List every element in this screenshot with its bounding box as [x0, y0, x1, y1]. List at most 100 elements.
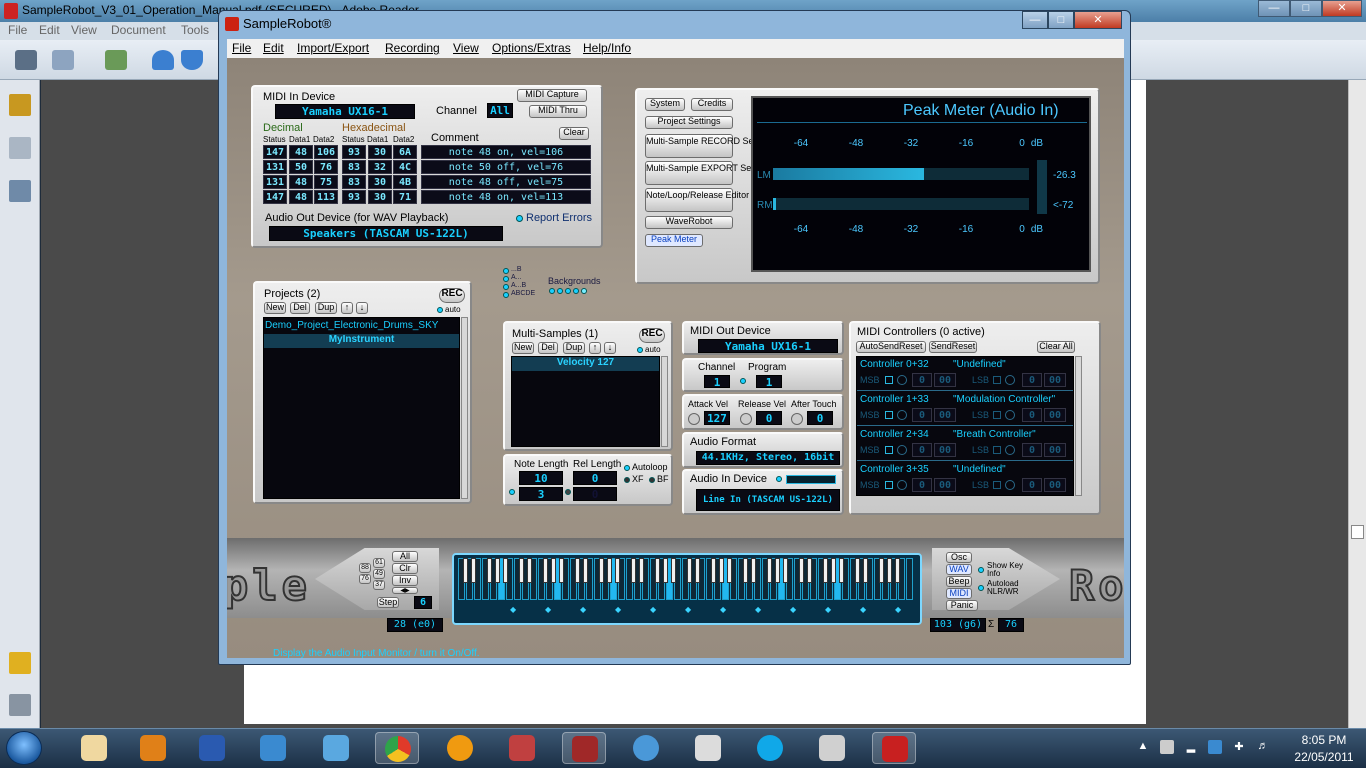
program-led[interactable] [740, 378, 746, 384]
note-length-value[interactable]: 10 [519, 471, 563, 485]
lsb-knob-icon[interactable] [1005, 410, 1015, 420]
msb-value[interactable]: 0 [912, 478, 932, 492]
midi-thru-button[interactable]: MIDI Thru [529, 105, 587, 118]
tray-expand-icon[interactable]: ▲ [1136, 740, 1150, 754]
black-key[interactable] [895, 558, 900, 583]
taskbar-app-x-icon[interactable] [314, 732, 358, 764]
ms-record-settings-button[interactable]: Multi-Sample RECORD Settings [645, 134, 775, 158]
bg-led-1[interactable] [503, 268, 509, 274]
after-touch-value[interactable]: 0 [807, 411, 833, 425]
lsb-value[interactable]: 0 [1022, 373, 1042, 387]
ms-move-up-icon[interactable]: ↑ [589, 342, 601, 354]
black-key[interactable] [551, 558, 556, 583]
ms-rec-button[interactable]: REC [639, 328, 665, 343]
black-key[interactable] [639, 558, 644, 583]
taskbar-app-samplerobot-icon[interactable] [562, 732, 606, 764]
bg-option-3[interactable] [565, 288, 571, 294]
black-key[interactable] [543, 558, 548, 583]
black-key[interactable] [599, 558, 604, 583]
page-up-icon[interactable] [152, 50, 174, 70]
black-key[interactable] [607, 558, 612, 583]
audio-out-device[interactable]: Speakers (TASCAM US-122L) [269, 226, 503, 241]
rel-length-value[interactable]: 0 [573, 471, 617, 485]
lsb-knob-icon[interactable] [1005, 445, 1015, 455]
maximize-icon[interactable]: □ [1048, 11, 1074, 29]
msb-hex[interactable]: 00 [934, 373, 956, 387]
msb-checkbox[interactable] [885, 411, 893, 419]
menu-options-extras[interactable]: Options/Extras [492, 41, 571, 55]
tray-keyboard-icon[interactable] [1160, 740, 1174, 754]
black-key[interactable] [743, 558, 748, 583]
msb-value[interactable]: 0 [912, 443, 932, 457]
controller-list-scrollbar[interactable] [1075, 356, 1082, 496]
attack-knob-icon[interactable] [688, 413, 700, 425]
start-button[interactable] [6, 731, 42, 765]
project-auto-led[interactable] [437, 307, 443, 313]
ms-new-button[interactable]: New [512, 342, 534, 354]
msb-checkbox[interactable] [885, 481, 893, 489]
black-key[interactable] [583, 558, 588, 583]
clear-button[interactable]: Clear [559, 127, 589, 140]
release-vel-value[interactable]: 0 [756, 411, 782, 425]
lsb-checkbox[interactable] [993, 446, 1001, 454]
step-value[interactable]: 6 [414, 596, 432, 609]
clock-date[interactable]: 22/05/2011 [1282, 750, 1366, 764]
black-key[interactable] [751, 558, 756, 583]
taskbar-app-skype-icon[interactable] [748, 732, 792, 764]
auto-send-reset-button[interactable]: AutoSendReset [856, 341, 926, 353]
msb-knob-icon[interactable] [897, 445, 907, 455]
size-76-button[interactable]: 76 [359, 574, 371, 584]
project-list-scrollbar[interactable] [461, 317, 468, 499]
black-key[interactable] [727, 558, 732, 583]
piano-keyboard[interactable]: ◆ ◆ ◆ ◆ ◆ ◆ ◆ ◆ ◆ ◆ ◆ ◆ [452, 553, 922, 625]
black-key[interactable] [775, 558, 780, 583]
bg-option-4[interactable] [573, 288, 579, 294]
page-down-icon[interactable] [181, 50, 203, 70]
black-key[interactable] [887, 558, 892, 583]
midi-out-channel[interactable]: 1 [704, 375, 730, 388]
report-errors-led[interactable] [516, 215, 523, 222]
lsb-value[interactable]: 0 [1022, 408, 1042, 422]
osc-button[interactable]: Osc [946, 552, 972, 563]
menu-help-info[interactable]: Help/Info [583, 41, 631, 55]
select-clr-button[interactable]: Clr [392, 563, 418, 574]
peak-meter-button[interactable]: Peak Meter [645, 234, 703, 247]
lsb-knob-icon[interactable] [1005, 480, 1015, 490]
black-key[interactable] [799, 558, 804, 583]
lsb-knob-icon[interactable] [1005, 375, 1015, 385]
tray-dropbox-icon[interactable] [1208, 740, 1222, 754]
waverobot-button[interactable]: WaveRobot [645, 216, 733, 229]
ms-export-settings-button[interactable]: Multi-Sample EXPORT Settings [645, 161, 773, 185]
ms-del-button[interactable]: Del [538, 342, 558, 354]
ms-dup-button[interactable]: Dup [563, 342, 585, 354]
msb-knob-icon[interactable] [897, 375, 907, 385]
nlr-editor-button[interactable]: Note/Loop/Release Editor [645, 188, 749, 212]
black-key[interactable] [855, 558, 860, 583]
black-key[interactable] [807, 558, 812, 583]
reader-scrollbar[interactable] [1348, 80, 1366, 728]
msb-value[interactable]: 0 [912, 408, 932, 422]
black-key[interactable] [695, 558, 700, 583]
beep-button[interactable]: Beep [946, 576, 972, 587]
clock-time[interactable]: 8:05 PM [1288, 733, 1360, 747]
lsb-hex[interactable]: 00 [1044, 443, 1066, 457]
autoload-led[interactable] [978, 585, 984, 591]
msb-value[interactable]: 0 [912, 373, 932, 387]
menu-edit[interactable]: Edit [263, 41, 284, 55]
bookmarks-icon[interactable] [9, 180, 31, 202]
midi-in-channel[interactable]: All [487, 103, 513, 118]
reader-menu-tools[interactable]: Tools [181, 23, 209, 37]
black-key[interactable] [527, 558, 532, 583]
taskbar-app-synth-icon[interactable] [500, 732, 544, 764]
minimize-icon[interactable]: — [1022, 11, 1048, 29]
taskbar-app-explorer-icon[interactable] [251, 732, 295, 764]
black-key[interactable] [631, 558, 636, 583]
pages-icon[interactable] [9, 137, 31, 159]
xf-led[interactable] [624, 477, 630, 483]
send-reset-button[interactable]: SendReset [929, 341, 977, 353]
reader-menu-view[interactable]: View [71, 23, 97, 37]
scroll-thumb[interactable] [1351, 525, 1364, 539]
project-del-button[interactable]: Del [290, 302, 310, 314]
aftertouch-knob-icon[interactable] [791, 413, 803, 425]
peak-meter-display[interactable]: Peak Meter (Audio In) -64 -48 -32 -16 0 … [751, 96, 1091, 272]
